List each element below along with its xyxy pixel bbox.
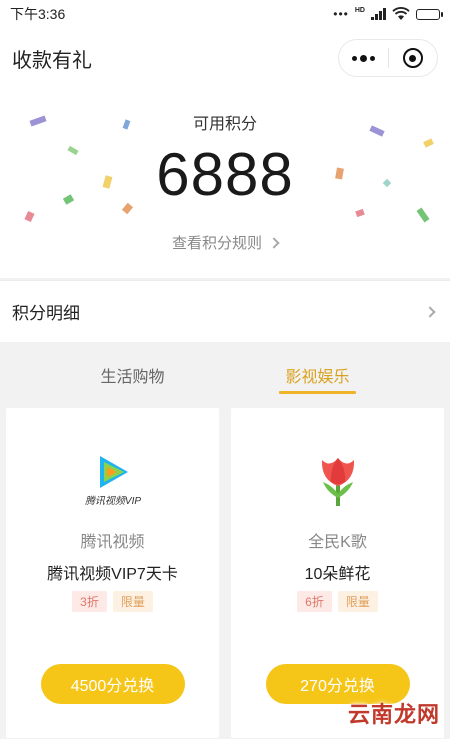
signal-icon <box>371 8 386 20</box>
target-close-icon <box>402 48 423 68</box>
close-miniprogram-button[interactable] <box>389 48 438 68</box>
miniprogram-capsule <box>338 39 438 77</box>
points-detail-row[interactable]: 积分明细 <box>0 280 450 342</box>
points-rules-label: 查看积分规则 <box>171 235 262 252</box>
redeem-button[interactable]: 4500分兑换 <box>40 664 185 704</box>
site-watermark: 云南龙网 <box>348 697 440 729</box>
confetti-decoration <box>416 207 430 223</box>
svg-text:腾讯视频VIP: 腾讯视频VIP <box>84 495 140 507</box>
status-bar: 下午3:36 ••• HD <box>0 0 450 28</box>
tencent-video-vip-logo: 腾讯视频VIP <box>6 452 219 508</box>
nav-bar: 收款有礼 <box>0 28 450 88</box>
tulip-flower-icon <box>231 452 444 508</box>
battery-icon <box>416 8 443 20</box>
discount-badge: 6折 <box>297 591 332 612</box>
reward-brand: 腾讯视频 <box>80 534 145 551</box>
limited-badge: 限量 <box>112 591 153 612</box>
discount-badge: 3折 <box>72 591 107 612</box>
chevron-right-icon <box>424 305 436 318</box>
reward-card[interactable]: 腾讯视频VIP 腾讯视频 腾讯视频VIP7天卡 3折 限量 4500分兑换 <box>6 408 219 738</box>
points-rules-link[interactable]: 查看积分规则 <box>0 232 450 253</box>
points-detail-label: 积分明细 <box>12 304 80 323</box>
tab-film-entertainment[interactable]: 影视娱乐 <box>279 342 356 408</box>
available-points-label: 可用积分 <box>192 116 257 133</box>
reward-tags: 6折 限量 <box>231 591 444 612</box>
reward-name: 10朵鲜花 <box>304 566 371 583</box>
reward-card-list: 腾讯视频VIP 腾讯视频 腾讯视频VIP7天卡 3折 限量 4500分兑换 全民… <box>0 408 450 738</box>
page-title: 收款有礼 <box>12 49 92 72</box>
category-tabs: 生活购物 影视娱乐 <box>0 342 450 408</box>
chevron-right-icon <box>268 236 280 249</box>
reward-name: 腾讯视频VIP7天卡 <box>47 566 178 583</box>
reward-card[interactable]: 全民K歌 10朵鲜花 6折 限量 270分兑换 <box>231 408 444 738</box>
watermark-text: 云南龙网 <box>347 702 440 728</box>
limited-badge: 限量 <box>337 591 378 612</box>
points-panel: 可用积分 6888 查看积分规则 <box>0 88 450 278</box>
hd-label: HD <box>354 6 365 14</box>
reward-brand: 全民K歌 <box>308 534 367 551</box>
confetti-decoration <box>24 210 35 223</box>
available-points-value: 6888 <box>156 141 294 208</box>
more-menu-button[interactable] <box>339 54 388 62</box>
more-dots-icon: ••• <box>333 7 349 21</box>
tab-life-shopping[interactable]: 生活购物 <box>94 342 170 408</box>
wifi-icon <box>392 7 410 20</box>
confetti-decoration <box>355 208 365 218</box>
status-time: 下午3:36 <box>10 6 66 22</box>
reward-tags: 3折 限量 <box>6 591 219 612</box>
status-icons: ••• HD <box>333 6 443 21</box>
